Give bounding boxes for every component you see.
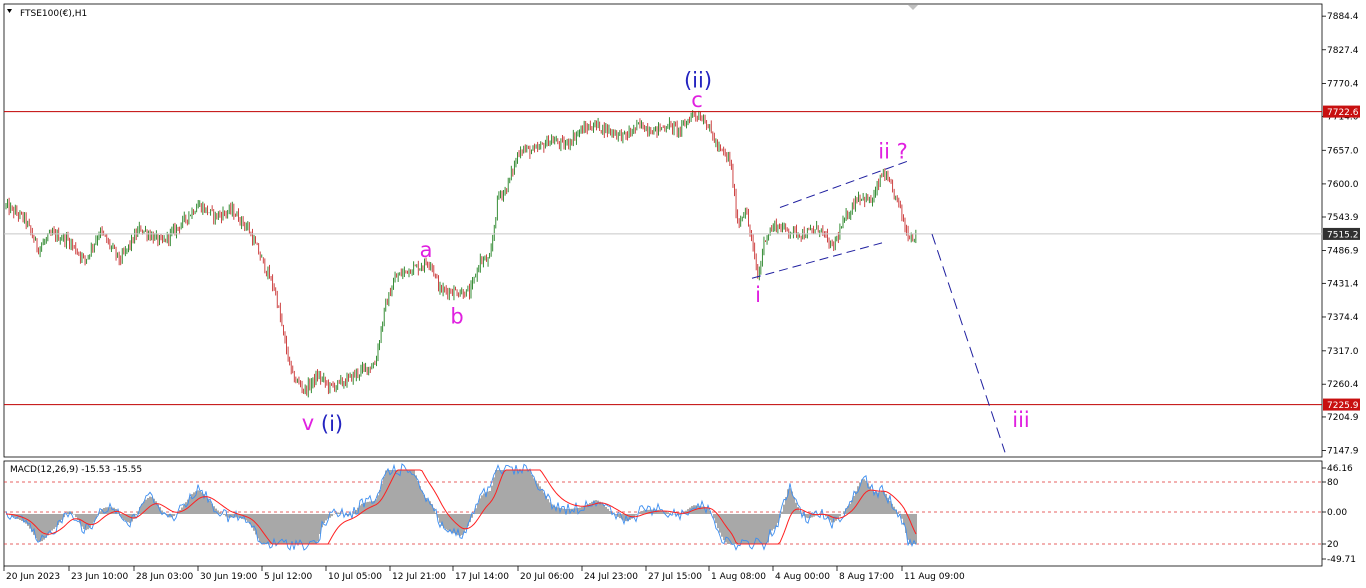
price-tick-label: 7600.0 (1327, 180, 1359, 190)
wave-label: ii ? (878, 139, 908, 163)
time-tick-label: 28 Jun 03:00 (136, 572, 193, 582)
price-candles (5, 110, 917, 398)
channel-line (751, 242, 883, 279)
macd-indicator (4, 463, 1322, 551)
time-tick-label: 27 Jul 15:00 (648, 572, 702, 582)
time-tick-label: 11 Aug 09:00 (904, 572, 965, 582)
macd-tick-label: 0.00 (1327, 508, 1347, 518)
price-tick-label: 7204.9 (1327, 413, 1359, 423)
symbol-title: FTSE100(€),H1 (20, 9, 87, 19)
wave-iii-projection-line (931, 233, 1006, 453)
support-price-label: 7225.9 (1327, 401, 1359, 411)
time-tick-label: 10 Jul 05:00 (328, 572, 382, 582)
price-tick-label: 7827.4 (1327, 46, 1359, 56)
price-tick-label: 7431.4 (1327, 279, 1359, 289)
wave-label: (i) (321, 412, 343, 436)
time-tick-label: 24 Jul 23:00 (584, 572, 638, 582)
time-tick-label: 20 Jul 06:00 (520, 572, 574, 582)
macd-tick-label: 46.16 (1327, 464, 1353, 474)
wave-label: b (450, 305, 463, 329)
scroll-marker-icon[interactable] (908, 5, 918, 10)
time-tick-label: 30 Jun 19:00 (200, 572, 257, 582)
time-tick-label: 8 Aug 17:00 (839, 572, 894, 582)
time-tick-label: 4 Aug 00:00 (775, 572, 830, 582)
time-tick-label: 23 Jun 10:00 (71, 572, 128, 582)
price-tick-label: 7317.0 (1327, 347, 1359, 357)
time-tick-label: 1 Aug 08:00 (711, 572, 766, 582)
wave-label: a (420, 238, 433, 262)
time-tick-label: 20 Jun 2023 (6, 572, 60, 582)
resistance-price-label: 7722.6 (1327, 108, 1359, 118)
price-tick-label: 7374.4 (1327, 313, 1359, 323)
main-plot-frame (3, 3, 1323, 458)
time-tick-label: 17 Jul 14:00 (455, 572, 509, 582)
macd-histogram (7, 470, 917, 544)
macd-tick-label: 20 (1327, 540, 1339, 550)
price-tick-label: 7657.0 (1327, 146, 1359, 156)
macd-tick-label: 80 (1327, 478, 1339, 488)
chart-canvas[interactable]: (ii)cii ?abiv (i) iii 7884.47827.47770.477… (0, 0, 1366, 588)
time-tick-label: 5 Jul 12:00 (264, 572, 313, 582)
wave-label: c (691, 88, 703, 112)
price-tick-label: 7543.9 (1327, 213, 1359, 223)
price-tick-label: 7884.4 (1327, 12, 1359, 22)
macd-title: MACD(12,26,9) -15.53 -15.55 (10, 465, 142, 475)
channel-line (779, 159, 911, 208)
price-tick-label: 7260.4 (1327, 380, 1359, 390)
collapse-triangle-icon[interactable] (7, 9, 12, 13)
price-tick-label: 7486.9 (1327, 247, 1359, 257)
macd-tick-label: -49.71 (1327, 555, 1356, 565)
price-tick-label: 7147.9 (1327, 447, 1359, 457)
wave-label: i (755, 283, 761, 307)
time-tick-label: 12 Jul 21:00 (392, 572, 446, 582)
current-price-label: 7515.2 (1327, 230, 1359, 240)
wave-label: iii (1012, 408, 1030, 432)
price-tick-label: 7770.4 (1327, 79, 1359, 89)
wave-label: v (302, 411, 314, 435)
